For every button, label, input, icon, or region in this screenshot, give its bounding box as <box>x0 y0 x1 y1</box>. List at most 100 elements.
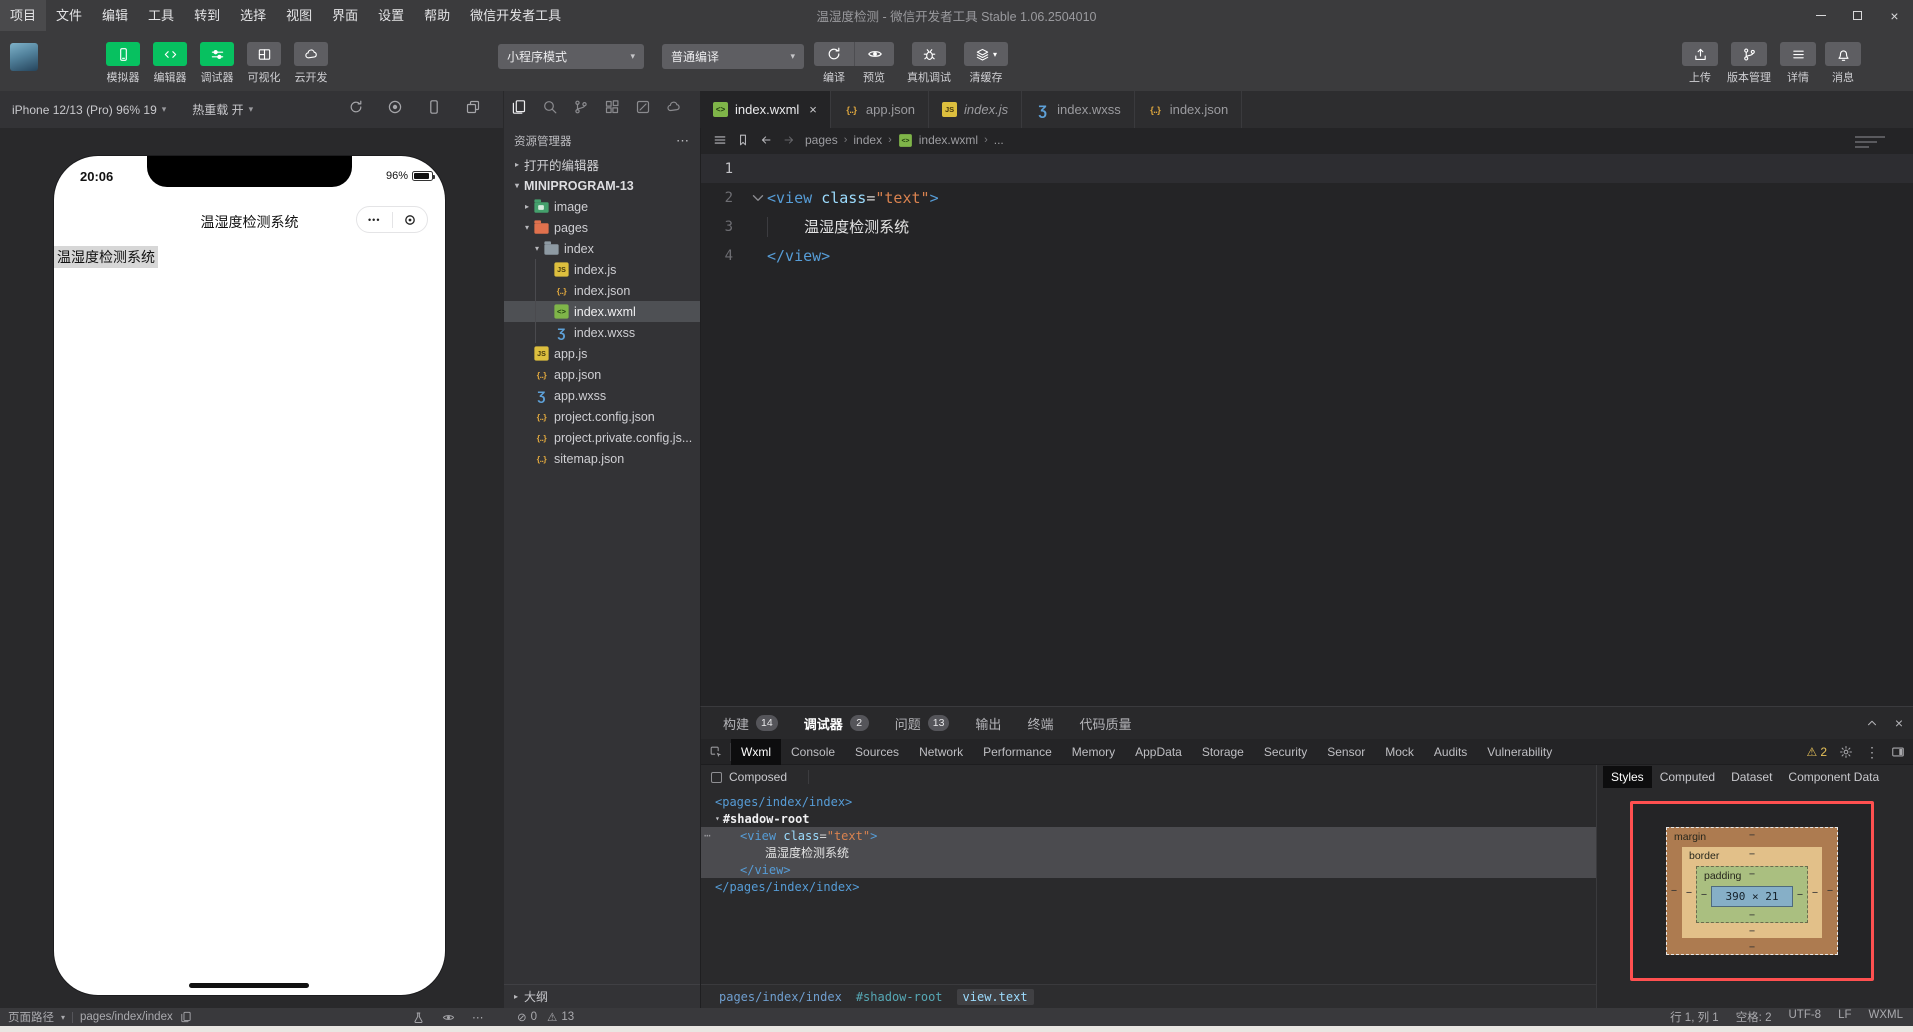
mode-button[interactable]: 模拟器 <box>106 42 140 85</box>
tree-item[interactable]: ▸image <box>504 196 700 217</box>
breadcrumb-more[interactable]: ... <box>994 133 1004 147</box>
tree-item[interactable]: Ʒapp.wxss <box>504 385 700 406</box>
dom-expand-arrow-icon[interactable]: ▾ <box>715 814 720 823</box>
toolbar-right-button[interactable]: 上传 <box>1682 42 1718 85</box>
close-button[interactable]: × <box>1876 0 1913 31</box>
eye-icon[interactable] <box>442 1011 455 1024</box>
remote-debug-button[interactable]: 真机调试 <box>907 42 951 85</box>
box-model-content[interactable]: 390 × 21 <box>1711 886 1793 907</box>
menu-item[interactable]: 选择 <box>230 0 276 31</box>
panel-tab[interactable]: 终端 <box>1027 714 1053 733</box>
devtools-tab[interactable]: Storage <box>1192 739 1254 765</box>
close-icon[interactable]: × <box>1895 715 1903 731</box>
activity-item[interactable] <box>542 99 558 120</box>
activity-item[interactable] <box>573 99 589 120</box>
toolbar-right-button[interactable]: 详情 <box>1780 42 1816 85</box>
tree-item[interactable]: ▸打开的编辑器 <box>504 154 700 175</box>
forward-icon[interactable] <box>782 133 796 147</box>
bookmark-icon[interactable] <box>736 133 750 147</box>
more-icon[interactable]: ⋯ <box>676 133 690 149</box>
mode-button[interactable]: 云开发 <box>294 42 328 85</box>
menu-item[interactable]: 编辑 <box>92 0 138 31</box>
dom-node[interactable]: ⋯<view class="text"> <box>701 827 1596 844</box>
menu-item[interactable]: 设置 <box>368 0 414 31</box>
page-path-value[interactable]: pages/index/index <box>80 1011 173 1023</box>
maximize-button[interactable] <box>1839 0 1876 31</box>
devtools-tab[interactable]: Memory <box>1062 739 1125 765</box>
dock-icon[interactable] <box>1891 745 1905 759</box>
statusbar-item[interactable]: LF <box>1838 1009 1851 1025</box>
editor-tab[interactable]: Ʒindex.wxss <box>1022 91 1135 128</box>
avatar[interactable] <box>10 43 38 71</box>
devtools-tab[interactable]: Audits <box>1424 739 1477 765</box>
page-path-label[interactable]: 页面路径 <box>8 1009 54 1025</box>
tree-item[interactable]: Ʒindex.wxss <box>504 322 700 343</box>
menu-item[interactable]: 项目 <box>0 0 46 31</box>
panel-tab[interactable]: 调试器2 <box>804 714 869 733</box>
dom-node[interactable]: </pages/index/index> <box>701 878 1596 895</box>
problem-counts[interactable]: ⊘0 ⚠13 <box>517 1010 574 1024</box>
devtools-tab[interactable]: Vulnerability <box>1477 739 1562 765</box>
styles-tab[interactable]: Component Data <box>1780 766 1887 788</box>
statusbar-item[interactable]: UTF-8 <box>1788 1009 1821 1025</box>
breadcrumb-item[interactable]: index <box>853 133 882 147</box>
devtools-tab[interactable]: Mock <box>1375 739 1424 765</box>
editor-tab[interactable]: <>index.wxml× <box>700 91 831 128</box>
tree-item[interactable]: ▾MINIPROGRAM-13 <box>504 175 700 196</box>
copy-icon[interactable] <box>180 1011 192 1023</box>
toolbar-right-button[interactable]: 版本管理 <box>1727 42 1771 85</box>
tree-item[interactable]: {..}project.private.config.js... <box>504 427 700 448</box>
gear-icon[interactable] <box>1839 745 1853 759</box>
devtools-tab[interactable]: Network <box>909 739 973 765</box>
warning-badge[interactable]: ⚠ 2 <box>1807 745 1827 759</box>
chevron-up-icon[interactable] <box>1865 716 1879 730</box>
dom-node[interactable]: 温湿度检测系统 <box>701 844 1596 861</box>
more-icon[interactable]: ⋯ <box>472 1010 484 1024</box>
menu-item[interactable]: 文件 <box>46 0 92 31</box>
dom-node[interactable]: </view> <box>701 861 1596 878</box>
tree-item[interactable]: JSapp.js <box>504 343 700 364</box>
menu-item[interactable]: 转到 <box>184 0 230 31</box>
compile-button[interactable] <box>814 42 854 66</box>
editor-tab[interactable]: JSindex.js <box>929 91 1022 128</box>
tree-item[interactable]: {..}sitemap.json <box>504 448 700 469</box>
minimize-button[interactable] <box>1802 0 1839 31</box>
preview-button[interactable] <box>854 42 894 66</box>
devtools-tab[interactable]: Console <box>781 739 845 765</box>
activity-item[interactable] <box>666 99 682 120</box>
editor[interactable]: pages›index›<>index.wxml›... 12<view cla… <box>700 128 1913 706</box>
tree-item[interactable]: {..}app.json <box>504 364 700 385</box>
activity-item[interactable] <box>635 99 651 120</box>
simulator-icon-button[interactable] <box>348 99 364 120</box>
tree-item[interactable]: ▾index <box>504 238 700 259</box>
fold-arrow-icon[interactable] <box>749 189 767 207</box>
hot-reload-toggle[interactable]: 热重载 开▾ <box>192 101 253 118</box>
beaker-icon[interactable] <box>412 1011 425 1024</box>
box-model-margin[interactable]: margin − − − − border − − − − padding <box>1666 827 1838 955</box>
breadcrumb-item[interactable]: index.wxml <box>919 133 978 147</box>
devtools-tab[interactable]: Performance <box>973 739 1062 765</box>
panel-tab[interactable]: 问题13 <box>895 714 950 733</box>
panel-tab[interactable]: 输出 <box>975 714 1001 733</box>
panel-tab[interactable]: 代码质量 <box>1079 714 1131 733</box>
outline-section[interactable]: ▸ 大纲 <box>504 984 700 1008</box>
devtools-tab[interactable]: Security <box>1254 739 1317 765</box>
statusbar-item[interactable]: WXML <box>1869 1009 1904 1025</box>
statusbar-item[interactable]: 行 1, 列 1 <box>1670 1009 1719 1025</box>
simulator-icon-button[interactable] <box>465 99 481 120</box>
compile-select[interactable]: 普通编译 ▾ <box>662 44 804 69</box>
box-model-padding[interactable]: padding − − − − 390 × 21 <box>1696 866 1808 923</box>
editor-tab[interactable]: {..}app.json <box>831 91 929 128</box>
back-icon[interactable] <box>759 133 773 147</box>
menu-item[interactable]: 帮助 <box>414 0 460 31</box>
tree-item[interactable]: <>index.wxml <box>504 301 700 322</box>
statusbar-item[interactable]: 空格: 2 <box>1736 1009 1772 1025</box>
mode-button[interactable]: 可视化 <box>247 42 281 85</box>
devtools-tab[interactable]: AppData <box>1125 739 1192 765</box>
tree-item[interactable]: {..}index.json <box>504 280 700 301</box>
mode-button[interactable]: 编辑器 <box>153 42 187 85</box>
box-model-border[interactable]: border − − − − padding − − − − 39 <box>1682 847 1822 938</box>
capsule-home-button[interactable] <box>393 213 428 227</box>
styles-tab[interactable]: Dataset <box>1723 766 1780 788</box>
mode-button[interactable]: 调试器 <box>200 42 234 85</box>
